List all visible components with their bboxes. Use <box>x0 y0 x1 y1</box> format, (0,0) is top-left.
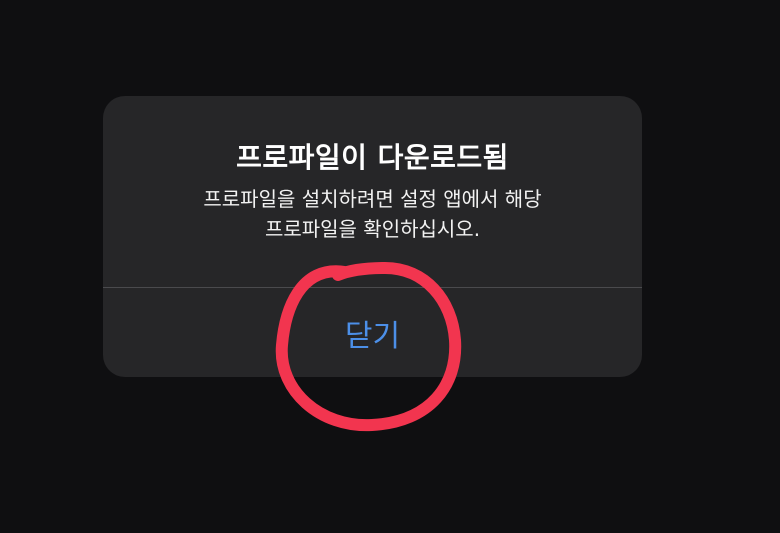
alert-title: 프로파일이 다운로드됨 <box>236 141 509 174</box>
alert-message-line-2: 프로파일을 확인하십시오. <box>264 217 481 241</box>
alert-dialog: 프로파일이 다운로드됨 프로파일을 설치하려면 설정 앱에서 해당 프로파일을 … <box>103 96 642 377</box>
alert-message: 프로파일을 설치하려면 설정 앱에서 해당 프로파일을 확인하십시오. <box>133 184 612 244</box>
screen: 프로파일이 다운로드됨 프로파일을 설치하려면 설정 앱에서 해당 프로파일을 … <box>0 0 780 533</box>
close-button[interactable]: 닫기 <box>103 288 642 377</box>
alert-message-line-1: 프로파일을 설치하려면 설정 앱에서 해당 <box>203 187 542 211</box>
